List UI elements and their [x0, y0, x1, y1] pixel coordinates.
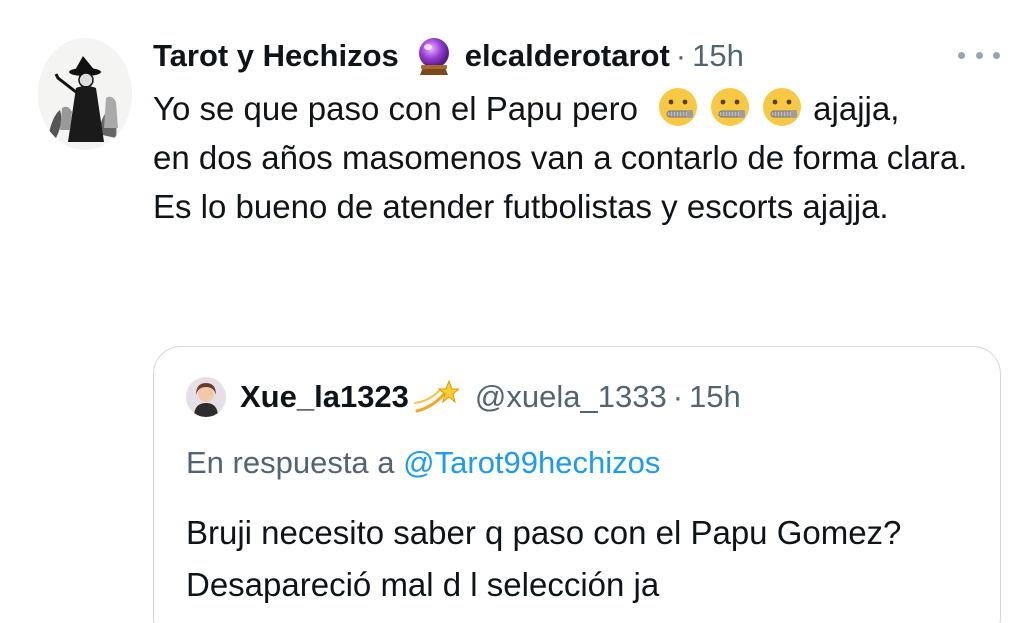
tweet-text: Yo se que paso con el Papu pero ajajja, …	[153, 84, 1003, 231]
tweet-text-line-2: en dos años masomenos van a contarlo de …	[153, 139, 968, 176]
quoted-tweet-header: Xue_la1323 @xuela_1333 · 15h	[186, 377, 741, 417]
reply-prefix: En respuesta a	[186, 445, 395, 480]
tweet-timestamp[interactable]: 15h	[692, 38, 744, 74]
more-options-icon[interactable]	[958, 44, 1000, 66]
shooting-star-icon	[413, 377, 459, 417]
user-avatar-icon[interactable]	[186, 377, 226, 417]
quoted-display-name[interactable]: Xue_la1323	[240, 379, 409, 415]
author-handle[interactable]: elcalderotarot	[465, 38, 670, 74]
reply-mention-link[interactable]: @Tarot99hechizos	[403, 445, 660, 480]
quoted-handle[interactable]: @xuela_1333	[475, 379, 667, 415]
quoted-tweet-card[interactable]: Xue_la1323 @xuela_1333 · 15h En respuest…	[153, 346, 1001, 623]
tweet-text-part-1: Yo se que paso con el Papu pero	[153, 90, 638, 127]
tweet-text-line-1: Yo se que paso con el Papu pero ajajja,	[153, 84, 1003, 133]
zipper-mouth-face-icon	[761, 86, 803, 128]
zipper-mouth-face-icon	[709, 86, 751, 128]
crystal-ball-icon	[413, 35, 455, 77]
tweet-text-part-2: ajajja,	[813, 90, 900, 127]
quoted-timestamp[interactable]: 15h	[689, 379, 741, 415]
author-display-name[interactable]: Tarot y Hechizos	[153, 38, 399, 74]
quoted-header-separator: ·	[672, 379, 684, 414]
author-avatar[interactable]	[38, 38, 132, 150]
tweet-text-line-3: Es lo bueno de atender futbolistas y esc…	[153, 188, 889, 225]
zipper-mouth-face-icon	[657, 86, 699, 128]
tweet-header: Tarot y Hechizos elcalderotarot · 15h	[153, 30, 744, 82]
reply-context: En respuesta a @Tarot99hechizos	[186, 445, 660, 481]
witch-illustration-avatar	[38, 38, 132, 150]
header-separator: ·	[675, 38, 687, 73]
quoted-tweet-text: Bruji necesito saber q paso con el Papu …	[186, 514, 902, 603]
